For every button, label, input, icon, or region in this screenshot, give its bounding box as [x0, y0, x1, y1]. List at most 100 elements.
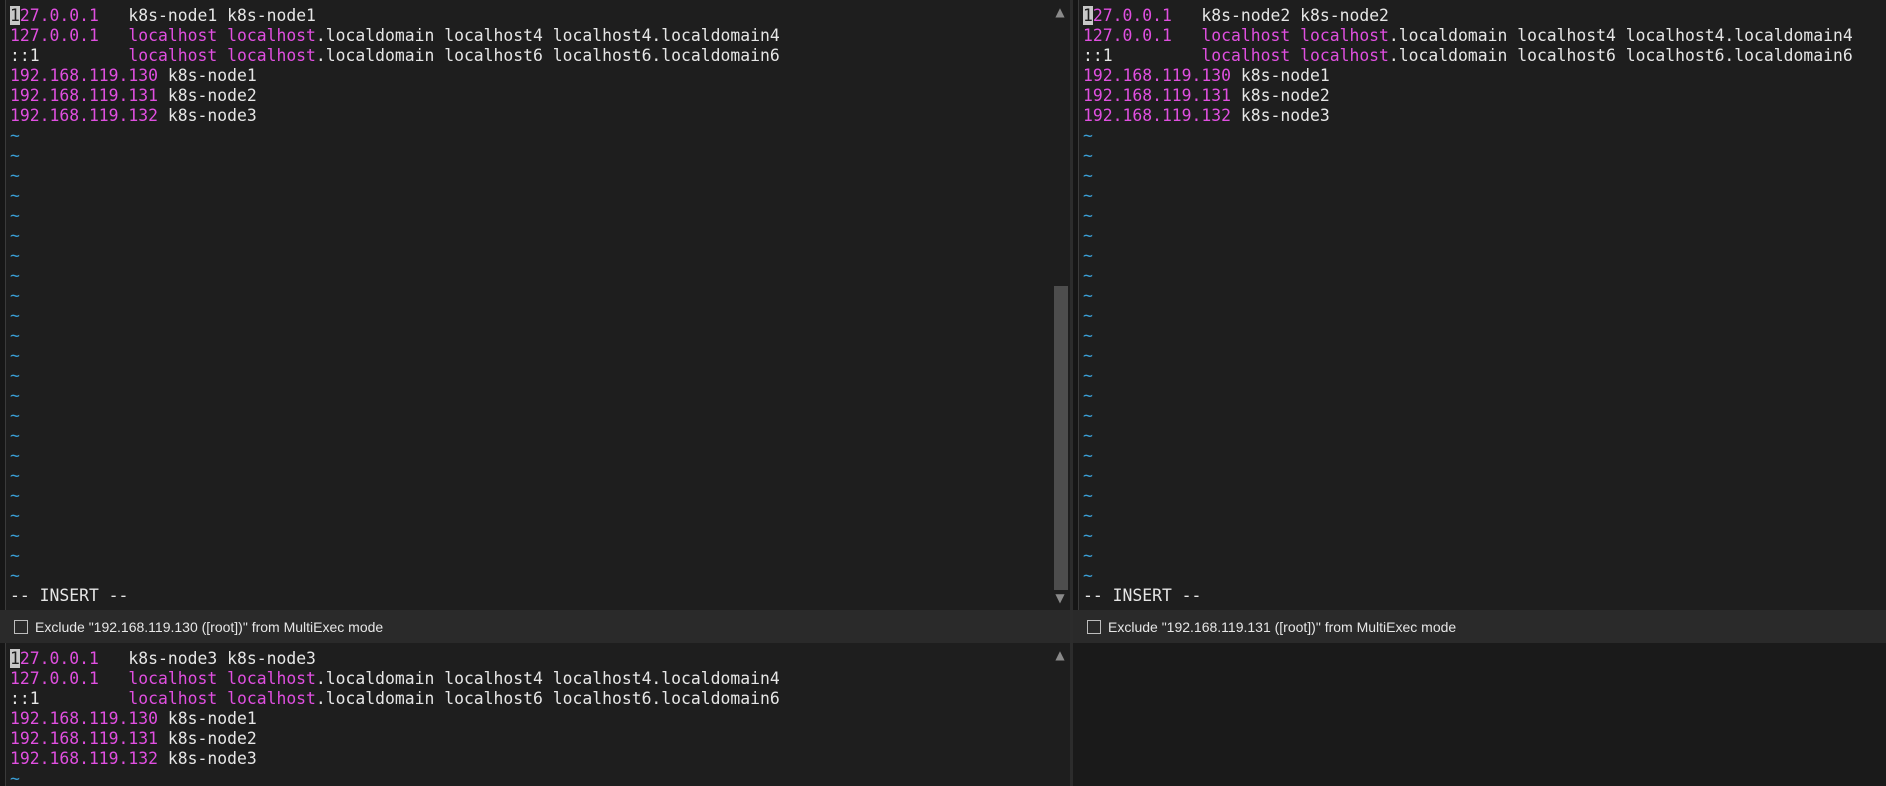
terminal-pane-node3[interactable]: 127.0.0.1 k8s-node3 k8s-node3 127.0.0.1 l…	[0, 643, 1070, 786]
terminal-line: ::1 localhost localhost.localdomain loca…	[10, 46, 1046, 66]
terminal-text-segment: ::1	[10, 46, 40, 65]
terminal-text-segment: localhost	[227, 689, 316, 708]
terminal-text-segment: ::1	[1083, 46, 1113, 65]
terminal-text-segment: k8s-node2	[158, 86, 257, 105]
empty-line-tilde: ~	[10, 226, 20, 245]
terminal-text-segment: k8s-node3	[1231, 106, 1330, 125]
terminal-text-node3[interactable]: 127.0.0.1 k8s-node3 k8s-node3 127.0.0.1 l…	[10, 649, 1046, 786]
terminal-pane-node2[interactable]: 127.0.0.1 k8s-node2 k8s-node2 127.0.0.1 l…	[1073, 0, 1886, 610]
terminal-line: 127.0.0.1 k8s-node3 k8s-node3	[10, 649, 1046, 669]
terminal-text-segment: 192.168.119.130	[10, 66, 159, 85]
terminal-text-segment: k8s-node1	[158, 66, 257, 85]
empty-line-tilde: ~	[10, 466, 20, 485]
terminal-text-segment: localhost	[227, 26, 316, 45]
empty-line-tilde: ~	[1083, 406, 1093, 425]
checkbox-icon[interactable]	[14, 619, 28, 634]
terminal-text-segment: localhost	[128, 46, 218, 65]
empty-line-tilde: ~	[10, 326, 20, 345]
empty-line-tilde: ~	[10, 769, 20, 786]
empty-line-tilde: ~	[1083, 166, 1093, 185]
empty-line-tilde: ~	[10, 426, 20, 445]
empty-line-tilde: ~	[10, 206, 20, 225]
empty-line-tilde: ~	[1083, 446, 1093, 465]
vim-mode-indicator: -- INSERT --	[1083, 586, 1202, 605]
empty-line-tilde: ~	[1083, 266, 1093, 285]
empty-line-tilde: ~	[10, 166, 20, 185]
terminal-text-segment: 192.168.119.131	[10, 729, 159, 748]
terminal-text-node2[interactable]: 127.0.0.1 k8s-node2 k8s-node2 127.0.0.1 l…	[1083, 6, 1862, 610]
terminal-text-segment: k8s-node1	[158, 709, 257, 728]
terminal-text-segment: 127.0.0.1	[10, 26, 99, 45]
terminal-text-segment: .localdomain localhost4 localhost4.local…	[1388, 26, 1853, 45]
terminal-line: 192.168.119.130 k8s-node1	[1083, 66, 1862, 86]
empty-line-tilde: ~	[10, 246, 20, 265]
terminal-pane-node1[interactable]: 127.0.0.1 k8s-node1 k8s-node1 127.0.0.1 l…	[0, 0, 1070, 610]
empty-line-tilde: ~	[1083, 206, 1093, 225]
text-cursor: 1	[10, 6, 20, 25]
vertical-scrollbar[interactable]: ▲ ▼	[1050, 0, 1070, 610]
multiexec-exclude-label-right[interactable]: Exclude "192.168.119.131 ([root])" from …	[1108, 619, 1456, 635]
empty-line-tilde: ~	[1083, 386, 1093, 405]
terminal-text-segment: localhost	[1300, 26, 1389, 45]
empty-line-tilde: ~	[1083, 466, 1093, 485]
terminal-text-segment: 127.0.0.1	[10, 669, 99, 688]
terminal-text-segment: 192.168.119.132	[10, 106, 159, 125]
terminal-text-segment: k8s-node3 k8s-node3	[98, 649, 316, 668]
terminal-text-segment: .localdomain localhost4 localhost4.local…	[315, 26, 780, 45]
multiexec-bar-right: Exclude "192.168.119.131 ([root])" from …	[1073, 610, 1886, 643]
terminal-text-segment: .localdomain localhost6 localhost6.local…	[315, 689, 780, 708]
empty-line-tilde: ~	[10, 526, 20, 545]
empty-line-tilde: ~	[10, 546, 20, 565]
multiexec-exclude-label-left[interactable]: Exclude "192.168.119.130 ([root])" from …	[35, 619, 383, 635]
empty-line-tilde: ~	[1083, 426, 1093, 445]
text-cursor: 1	[1083, 6, 1093, 25]
terminal-line: 192.168.119.132 k8s-node3	[10, 749, 1046, 769]
terminal-text-node1[interactable]: 127.0.0.1 k8s-node1 k8s-node1 127.0.0.1 l…	[10, 6, 1046, 610]
terminal-text-segment: 192.168.119.131	[1083, 86, 1232, 105]
vim-mode-indicator: -- INSERT --	[10, 586, 129, 605]
terminal-text-segment: .localdomain localhost6 localhost6.local…	[1388, 46, 1853, 65]
empty-line-tilde: ~	[10, 126, 20, 145]
terminal-line: ::1 localhost localhost.localdomain loca…	[1083, 46, 1862, 66]
terminal-text-segment: k8s-node2	[1231, 86, 1330, 105]
chevron-up-icon[interactable]: ▲	[1050, 4, 1070, 20]
empty-line-tilde: ~	[10, 346, 20, 365]
pane-left-edge	[1073, 0, 1079, 610]
empty-line-tilde: ~	[1083, 346, 1093, 365]
terminal-text-segment: 27.0.0.1	[19, 6, 99, 25]
empty-line-tilde: ~	[10, 386, 20, 405]
empty-line-tilde: ~	[1083, 506, 1093, 525]
terminal-line: 127.0.0.1 k8s-node1 k8s-node1	[10, 6, 1046, 26]
terminal-line: 192.168.119.130 k8s-node1	[10, 66, 1046, 86]
empty-line-tilde: ~	[1083, 486, 1093, 505]
terminal-text-segment: k8s-node1 k8s-node1	[98, 6, 316, 25]
empty-line-tilde: ~	[1083, 306, 1093, 325]
empty-line-tilde: ~	[1083, 146, 1093, 165]
empty-line-tilde: ~	[10, 186, 20, 205]
terminal-text-segment: localhost	[1201, 46, 1291, 65]
chevron-down-icon[interactable]: ▼	[1050, 590, 1070, 606]
multiexec-bar-left: Exclude "192.168.119.130 ([root])" from …	[0, 610, 1070, 643]
terminal-text-segment: k8s-node1	[1231, 66, 1330, 85]
text-cursor: 1	[10, 649, 20, 668]
checkbox-icon[interactable]	[1087, 619, 1101, 634]
vertical-scrollbar[interactable]: ▲	[1050, 643, 1070, 786]
terminal-text-segment: ::1	[10, 689, 40, 708]
terminal-text-segment: k8s-node2	[158, 729, 257, 748]
empty-line-tilde: ~	[10, 366, 20, 385]
terminal-text-segment: localhost	[227, 669, 316, 688]
empty-line-tilde: ~	[1083, 566, 1093, 585]
empty-line-tilde: ~	[1083, 246, 1093, 265]
scrollbar-thumb[interactable]	[1054, 286, 1068, 590]
terminal-line: 127.0.0.1 localhost localhost.localdomai…	[10, 669, 1046, 689]
chevron-up-icon[interactable]: ▲	[1050, 647, 1070, 663]
